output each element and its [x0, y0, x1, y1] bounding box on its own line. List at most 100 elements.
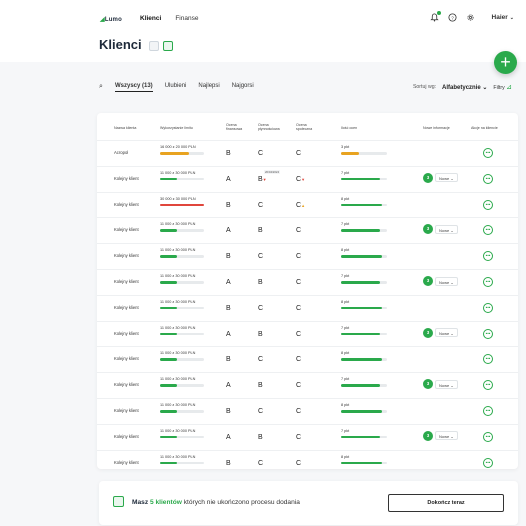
grade-change-date: 20/04/2024 [264, 169, 280, 174]
limit-usage: 30 000 z 30 000 PLN [160, 197, 204, 207]
help-icon[interactable]: ? [448, 12, 458, 22]
tab-best[interactable]: Najlepsi [198, 83, 219, 92]
nav-item-klienci[interactable]: Klienci [140, 15, 161, 22]
header-grade-liquidity[interactable]: Ocena płynnościowa [258, 123, 286, 131]
limit-usage: 11 000 z 30 000 PLN [160, 274, 204, 284]
user-menu[interactable]: Haier ⌄ [492, 14, 514, 21]
grade-liquidity: B [258, 279, 263, 286]
client-name[interactable]: Kolejny klient [114, 176, 139, 181]
new-info-dropdown[interactable]: 3 Nowe ⌄ [423, 430, 458, 441]
grade-liquidity: B [258, 227, 263, 234]
client-name[interactable]: Kolejny klient [114, 227, 139, 232]
table-row[interactable]: Kolejny klient 11 000 z 30 000 PLN A B C 7 pk… [97, 217, 518, 243]
new-info-dropdown[interactable]: 3 Nowe ⌄ [423, 327, 458, 338]
limit-usage: 11 000 z 30 000 PLN [160, 171, 204, 181]
nav-item-finanse[interactable]: Finanse [175, 15, 198, 22]
more-actions-icon[interactable]: ••• [483, 354, 493, 365]
more-actions-icon[interactable]: ••• [483, 199, 493, 210]
client-name[interactable]: Kolejny klient [114, 408, 139, 413]
table-row[interactable]: Kolejny klient 11 000 z 30 000 PLN A B C 7 pk… [97, 423, 518, 450]
client-name[interactable]: Kolejny klient [114, 305, 139, 310]
tab-all[interactable]: Wszyscy (13) [115, 83, 153, 92]
filters-button[interactable]: Filtry ⊿ [493, 83, 512, 91]
new-info-dropdown[interactable]: 3 Nowe ⌄ [423, 379, 458, 390]
more-actions-icon[interactable]: ••• [483, 457, 493, 468]
client-name[interactable]: Kolejny klient [114, 331, 139, 336]
finish-now-button[interactable]: Dokończ teraz [388, 494, 504, 512]
new-info-dropdown[interactable]: 3 Nowe ⌄ [423, 276, 458, 286]
client-name[interactable]: Kolejny klient [114, 460, 139, 465]
bell-icon[interactable] [430, 11, 441, 22]
score-progress-bar [341, 358, 387, 361]
more-actions-icon[interactable]: ••• [483, 431, 493, 442]
client-name[interactable]: Kolejny klient [114, 356, 139, 361]
more-actions-icon[interactable]: ••• [483, 148, 493, 158]
table-row[interactable]: Acropol 16 000 z 20 000 PLN B C C 3 pkt ••• [97, 140, 518, 166]
table-row[interactable]: Kolejny klient 11 000 z 30 000 PLN B C C 8 pk… [97, 449, 518, 476]
table-row[interactable]: Kolejny klient 11 000 z 30 000 PLN B C C 8 pk… [97, 243, 518, 269]
list-view-icon[interactable] [163, 41, 173, 51]
new-info-label: Nowe ⌄ [435, 379, 458, 389]
new-info-text: Nowe [439, 382, 450, 388]
more-actions-icon[interactable]: ••• [483, 251, 493, 262]
header-days[interactable]: Ilość ocen [341, 126, 357, 130]
add-client-button[interactable]: + [494, 51, 517, 74]
limit-progress-bar [160, 358, 204, 361]
header-grade-financial[interactable]: Ocena finansowa [226, 123, 248, 131]
table-row[interactable]: Kolejny klient 11 000 z 30 000 PLN B C C 8 pk… [97, 346, 518, 372]
chevron-down-icon: ⌄ [482, 84, 488, 91]
more-actions-icon[interactable]: ••• [483, 328, 493, 339]
table-row[interactable]: Kolejny klient 11 000 z 30 000 PLN A B▼ 20/0… [97, 165, 518, 192]
more-actions-icon[interactable]: ••• [483, 173, 493, 184]
more-actions-icon[interactable]: ••• [483, 225, 493, 236]
new-info-label: Nowe ⌄ [435, 431, 458, 441]
limit-usage: 11 000 z 30 000 PLN [160, 300, 204, 310]
grade-value: C [258, 201, 264, 209]
new-info-dropdown[interactable]: 3 Nowe ⌄ [423, 224, 458, 235]
header-limit[interactable]: Wykorzystanie limitu [160, 126, 193, 130]
more-actions-icon[interactable]: ••• [483, 302, 493, 313]
table-row[interactable]: Kolejny klient 11 000 z 30 000 PLN A B C 7 pk… [97, 372, 518, 398]
table-row[interactable]: Kolejny klient 11 000 z 30 000 PLN B C C 8 pk… [97, 294, 518, 321]
grade-value: B [258, 433, 263, 441]
table-row[interactable]: Kolejny klient 11 000 z 30 000 PLN B C C 8 pk… [97, 398, 518, 424]
top-navigation-bar: ◢Lumo Klienci Finanse ? Haier ⌄ [0, 0, 526, 62]
client-name[interactable]: Kolejny klient [114, 434, 139, 439]
grade-value: C [258, 408, 264, 415]
search-icon[interactable]: ⌕ [99, 83, 103, 91]
score-text: 7 pkt [341, 325, 350, 330]
new-info-dropdown[interactable]: 3 Nowe ⌄ [423, 172, 458, 183]
logo-text: Lumo [104, 17, 122, 23]
more-actions-icon[interactable]: ••• [483, 406, 493, 416]
logo[interactable]: ◢Lumo [100, 16, 122, 23]
grade-value: B [258, 227, 263, 235]
grade-financial: B [226, 201, 231, 209]
client-name[interactable]: Acropol [114, 150, 128, 155]
tab-worst[interactable]: Najgorsi [232, 83, 254, 92]
score-count: 3 pkt [341, 145, 387, 155]
header-info[interactable]: Nowe informacje [423, 126, 450, 130]
more-actions-icon[interactable]: ••• [483, 380, 493, 391]
score-progress-bar [341, 177, 387, 181]
limit-progress-bar [160, 203, 204, 207]
tab-favourites[interactable]: Ulubieni [165, 83, 187, 92]
header-grade-social[interactable]: Ocena społeczna [296, 123, 320, 131]
sort-select[interactable]: Alfabetycznie ⌄ [442, 84, 487, 91]
client-name[interactable]: Kolejny klient [114, 253, 139, 258]
client-name[interactable]: Kolejny klient [114, 279, 139, 284]
grade-liquidity: B▼ [258, 176, 267, 183]
table-row[interactable]: Kolejny klient 11 000 z 30 000 PLN A B C 7 pk… [97, 320, 518, 347]
more-actions-icon[interactable]: ••• [483, 277, 493, 287]
score-progress-bar [341, 410, 387, 413]
grid-view-icon[interactable] [149, 41, 159, 51]
grade-value: C [296, 279, 302, 286]
table-row[interactable]: Kolejny klient 30 000 z 30 000 PLN B C C▲ 8 p… [97, 191, 518, 218]
limit-text: 11 000 z 30 000 PLN [160, 274, 196, 278]
client-name[interactable]: Kolejny klient [114, 202, 139, 207]
table-row[interactable]: Kolejny klient 11 000 z 30 000 PLN A B C 7 pk… [97, 269, 518, 295]
limit-text: 11 000 z 30 000 PLN [160, 377, 196, 382]
limit-progress-fill [160, 384, 177, 387]
header-name[interactable]: Nazwa klienta [114, 126, 136, 130]
client-name[interactable]: Kolejny klient [114, 382, 139, 387]
gear-icon[interactable] [466, 12, 476, 22]
